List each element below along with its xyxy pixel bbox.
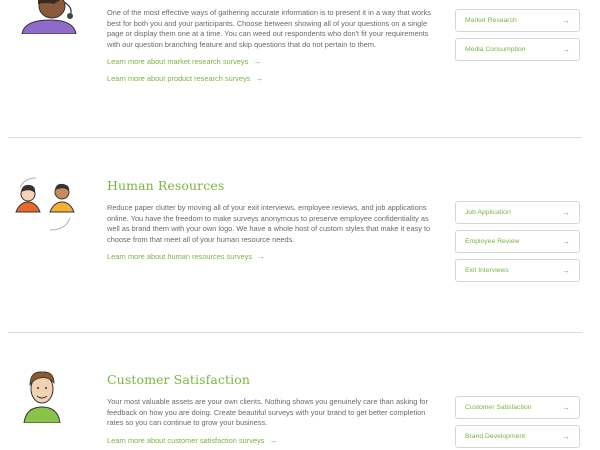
link-label: Learn more about product research survey… <box>107 74 251 84</box>
arrow-right-icon: → <box>562 432 570 441</box>
link-label: Learn more about market research surveys <box>107 57 249 67</box>
arrow-right-icon: → <box>562 237 570 246</box>
link-label: Learn more about customer satisfaction s… <box>107 435 265 445</box>
employee-review-button[interactable]: Employee Review → <box>455 230 580 253</box>
section-heading: Human Resources <box>107 178 225 193</box>
customer-illustration <box>23 371 61 423</box>
human-resources-link[interactable]: Learn more about human resources surveys… <box>107 252 437 262</box>
brand-development-button[interactable]: Brand Development → <box>455 425 580 448</box>
product-research-link[interactable]: Learn more about product research survey… <box>107 74 437 84</box>
market-research-link[interactable]: Learn more about market research surveys… <box>107 57 437 67</box>
button-label: Media Consumption <box>465 46 526 53</box>
button-label: Market Research <box>465 17 517 24</box>
section-description: Your most valuable assets are your own c… <box>107 397 428 428</box>
button-label: Customer Satisfaction <box>465 404 532 411</box>
arrow-right-icon: → <box>562 208 570 217</box>
customer-satisfaction-button[interactable]: Customer Satisfaction → <box>455 396 580 419</box>
section-description: One of the most effective ways of gather… <box>107 8 431 49</box>
page: One of the most effective ways of gather… <box>0 0 600 450</box>
button-label: Brand Development <box>465 433 526 440</box>
section-description: Reduce paper clutter by moving all of yo… <box>107 203 431 244</box>
section-heading: Customer Satisfaction <box>107 372 251 387</box>
button-label: Employee Review <box>465 238 520 245</box>
media-consumption-button[interactable]: Media Consumption → <box>455 38 580 61</box>
arrow-right-icon: → <box>562 266 570 275</box>
arrow-right-icon: → <box>562 16 570 25</box>
exit-interviews-button[interactable]: Exit Interviews → <box>455 259 580 282</box>
arrow-right-icon: → <box>269 435 278 445</box>
arrow-right-icon: → <box>255 74 264 84</box>
job-application-button[interactable]: Job Application → <box>455 201 580 224</box>
arrow-right-icon: → <box>253 57 262 67</box>
section-content: Human Resources Reduce paper clutter by … <box>107 178 437 269</box>
section-customer-satisfaction: Customer Satisfaction Your most valuable… <box>0 333 600 450</box>
button-label: Exit Interviews <box>465 267 509 274</box>
arrow-right-icon: → <box>257 252 266 262</box>
link-label: Learn more about human resources surveys <box>107 252 253 262</box>
hr-people-illustration <box>15 177 75 231</box>
arrow-right-icon: → <box>562 45 570 54</box>
section-content: One of the most effective ways of gather… <box>107 8 437 91</box>
section-market-research: One of the most effective ways of gather… <box>0 0 600 135</box>
customer-satisfaction-link[interactable]: Learn more about customer satisfaction s… <box>107 436 437 446</box>
arrow-right-icon: → <box>562 403 570 412</box>
researcher-illustration <box>21 0 77 34</box>
section-human-resources: Human Resources Reduce paper clutter by … <box>0 138 600 332</box>
button-label: Job Application <box>465 209 511 216</box>
market-research-button[interactable]: Market Research → <box>455 9 580 32</box>
section-content: Customer Satisfaction Your most valuable… <box>107 372 437 450</box>
